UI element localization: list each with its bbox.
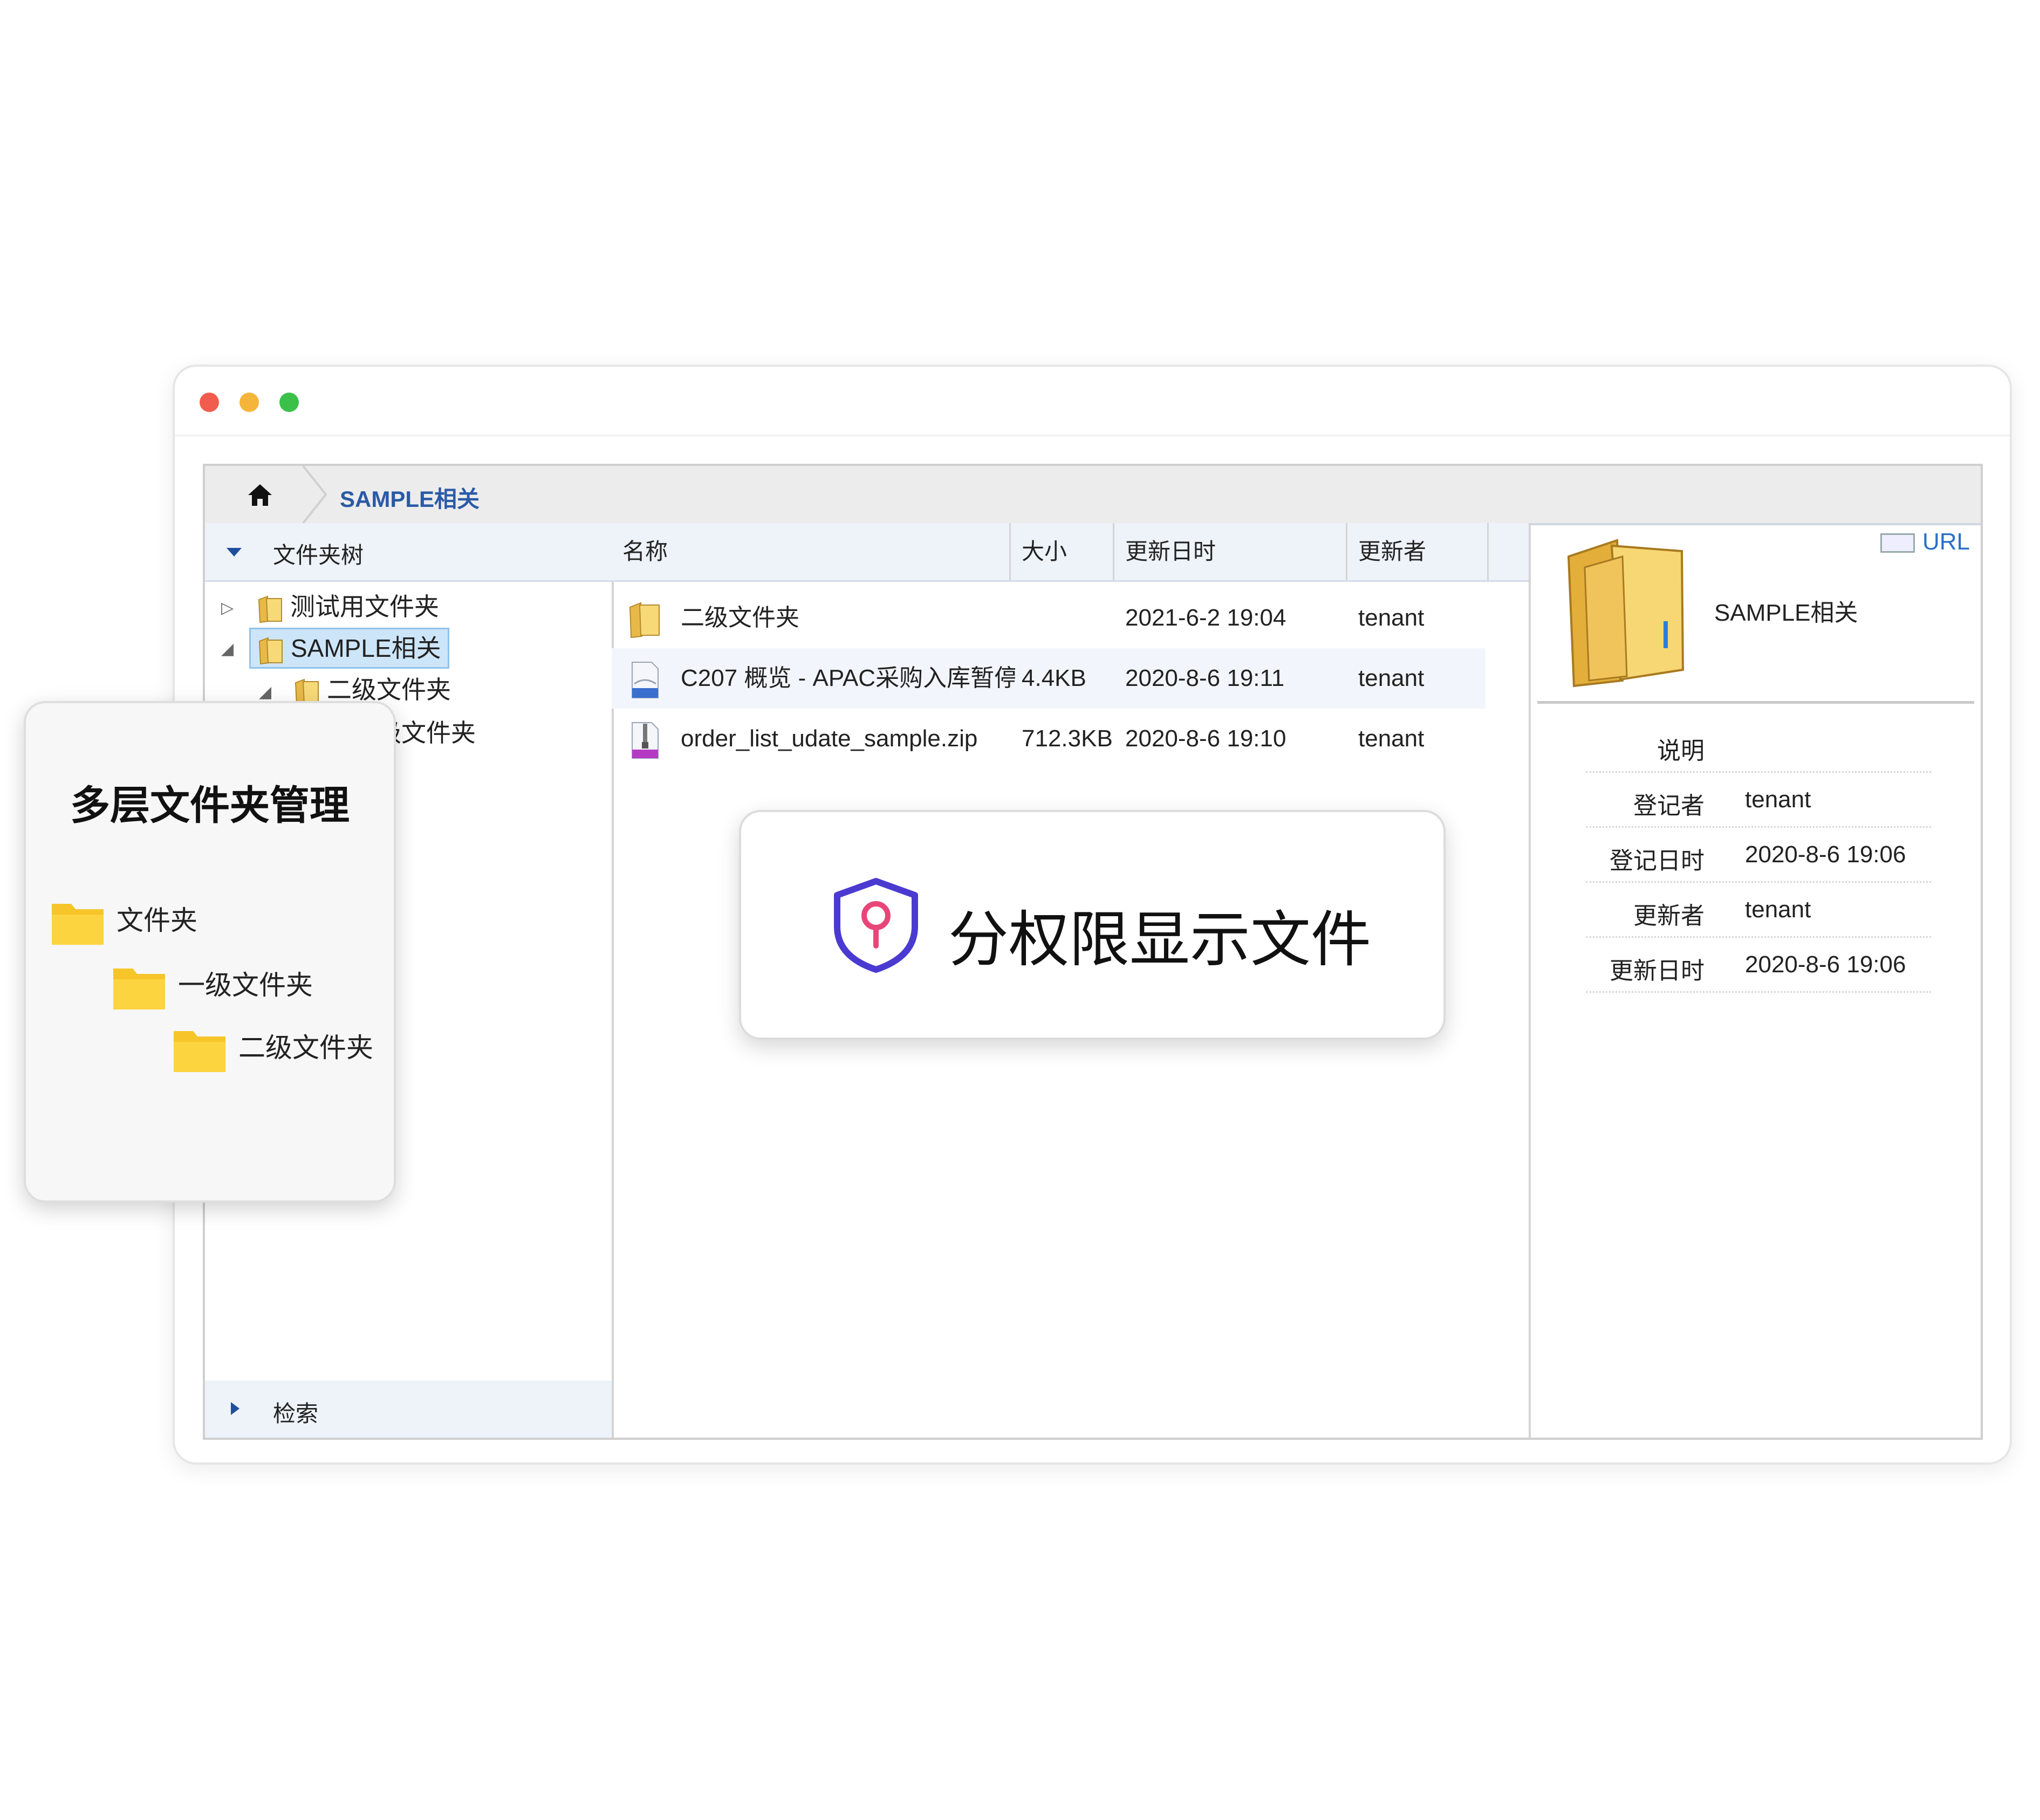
property-row: 登记者 tenant xyxy=(1586,772,1931,828)
feature-card-multilevel: 多层文件夹管理 文件夹 一级文件夹 二级文件夹 xyxy=(24,701,396,1203)
collapse-node-icon[interactable]: ◢ xyxy=(259,683,271,702)
feature-card-title: 多层文件夹管理 xyxy=(70,783,350,828)
property-value: tenant xyxy=(1745,896,1811,923)
breadcrumb: SAMPLE相关 xyxy=(205,466,1981,525)
folder-icon xyxy=(174,1031,225,1072)
file-updated: 2021-6-2 19:04 xyxy=(1125,605,1286,631)
level-label: 二级文件夹 xyxy=(238,1033,373,1063)
file-name: 二级文件夹 xyxy=(681,605,799,631)
expand-icon xyxy=(231,1402,239,1415)
breadcrumb-separator-icon xyxy=(302,466,327,523)
url-button[interactable]: URL xyxy=(1880,528,1970,555)
property-value: 2020-8-6 19:06 xyxy=(1745,951,1906,978)
table-row[interactable]: order_list_udate_sample.zip 712.3KB 2020… xyxy=(612,709,1485,769)
folder-icon xyxy=(629,602,660,638)
tree-node-label: 二级文件夹 xyxy=(327,676,451,704)
file-size xyxy=(1022,588,1119,648)
file-updated: 2020-8-6 19:10 xyxy=(1125,725,1286,752)
level-item: 文件夹 xyxy=(51,896,197,945)
search-label: 检索 xyxy=(273,1401,319,1426)
column-header-size[interactable]: 大小 xyxy=(1011,523,1114,580)
column-header-updater[interactable]: 更新者 xyxy=(1347,523,1489,580)
search-section[interactable]: 检索 xyxy=(205,1381,612,1438)
collapse-icon xyxy=(227,548,242,557)
url-label: URL xyxy=(1922,528,1970,555)
folder-icon xyxy=(258,595,282,623)
folder-large-icon xyxy=(1567,539,1685,688)
file-updater: tenant xyxy=(1358,665,1425,691)
property-row: 更新日时 2020-8-6 19:06 xyxy=(1586,937,1931,993)
detail-panel: URL SAMPLE相关 说明 登记者 tenant 登记日时 2020-8-6… xyxy=(1531,523,1981,1438)
level-item: 二级文件夹 xyxy=(173,1024,373,1072)
maximize-window-button[interactable] xyxy=(279,393,299,412)
shield-key-icon xyxy=(834,878,918,973)
document-icon xyxy=(632,662,659,698)
property-row: 登记日时 2020-8-6 19:06 xyxy=(1586,827,1931,883)
expand-icon[interactable]: ▷ xyxy=(221,599,234,617)
file-name: order_list_udate_sample.zip xyxy=(681,725,978,752)
property-value: tenant xyxy=(1745,786,1811,813)
table-row[interactable]: C207 概览 - APAC采购入库暂停 4.4KB 2020-8-6 19:1… xyxy=(612,648,1485,709)
zip-icon xyxy=(632,722,659,759)
file-updated: 2020-8-6 19:11 xyxy=(1125,665,1285,691)
divider xyxy=(1537,701,1974,704)
minimize-window-button[interactable] xyxy=(239,393,259,412)
property-key: 更新者 xyxy=(1633,903,1704,929)
close-window-button[interactable] xyxy=(200,393,219,412)
level-item: 一级文件夹 xyxy=(112,961,313,1009)
tree-node-label: SAMPLE相关 xyxy=(291,634,441,662)
file-updater: tenant xyxy=(1358,725,1425,752)
level-label: 文件夹 xyxy=(117,905,197,936)
feature-card-text: 分权限显示文件 xyxy=(948,906,1371,973)
folder-tree-header[interactable]: 文件夹树 xyxy=(205,523,612,582)
folder-icon xyxy=(258,637,283,664)
tree-node-label: 测试用文件夹 xyxy=(290,593,439,621)
folder-icon xyxy=(52,903,104,945)
file-size: 712.3KB xyxy=(1022,725,1113,752)
property-value: 2020-8-6 19:06 xyxy=(1745,841,1906,868)
file-name: C207 概览 - APAC采购入库暂停 xyxy=(681,665,1015,691)
level-label: 一级文件夹 xyxy=(178,970,313,1000)
url-icon xyxy=(1880,533,1915,553)
breadcrumb-current[interactable]: SAMPLE相关 xyxy=(340,481,480,514)
file-size: 4.4KB xyxy=(1022,665,1086,691)
detail-folder-name: SAMPLE相关 xyxy=(1714,600,1858,626)
folder-icon xyxy=(113,968,165,1009)
tree-node-sample[interactable]: SAMPLE相关 xyxy=(249,628,449,669)
title-bar xyxy=(175,367,2010,436)
property-key: 说明 xyxy=(1657,738,1704,764)
property-key: 更新日时 xyxy=(1610,958,1704,984)
property-row: 更新者 tenant xyxy=(1586,882,1931,938)
table-row[interactable]: 二级文件夹 2021-6-2 19:04 tenant xyxy=(612,588,1485,648)
tree-node-test-folder[interactable]: 测试用文件夹 xyxy=(257,588,439,626)
folder-tree-title: 文件夹树 xyxy=(273,542,364,568)
property-row: 说明 xyxy=(1586,717,1931,773)
column-header-name[interactable]: 名称 xyxy=(612,523,1011,580)
collapse-node-icon[interactable]: ◢ xyxy=(221,640,234,658)
property-key: 登记日时 xyxy=(1610,848,1704,874)
column-header-updated[interactable]: 更新日时 xyxy=(1114,523,1347,580)
feature-card-permission: 分权限显示文件 xyxy=(739,810,1446,1040)
file-updater: tenant xyxy=(1358,605,1425,631)
file-list-header: 名称 大小 更新日时 更新者 xyxy=(612,523,1529,582)
property-key: 登记者 xyxy=(1633,793,1704,819)
home-icon[interactable] xyxy=(247,483,273,507)
